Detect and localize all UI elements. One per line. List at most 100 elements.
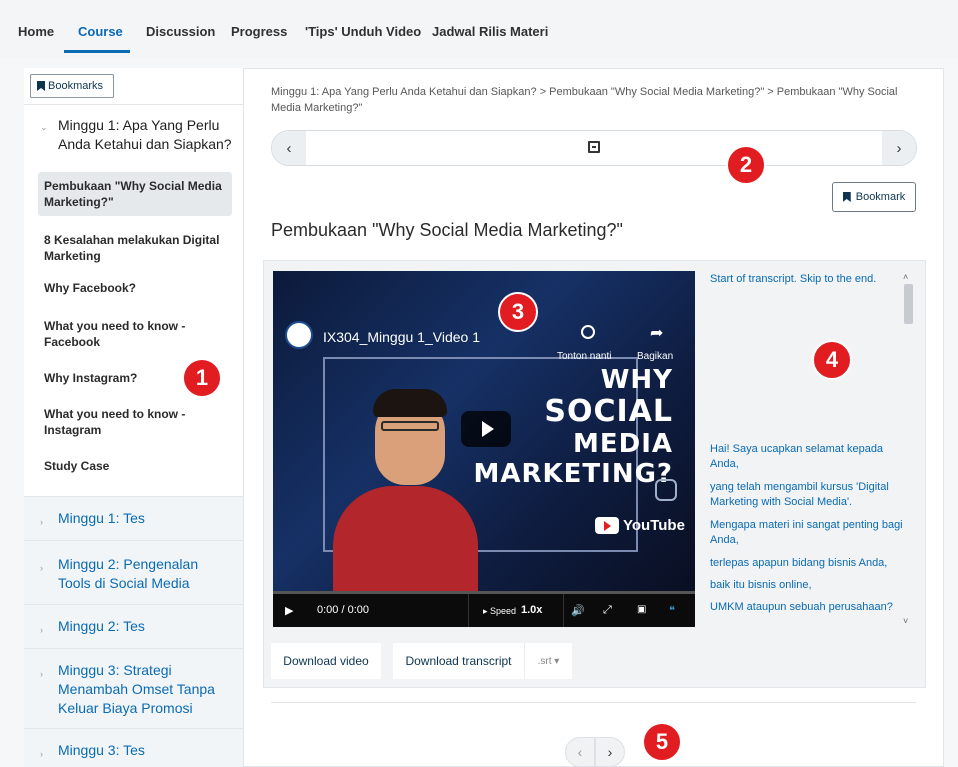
bottom-sequence-navigation: ‹ › <box>565 737 625 767</box>
bookmarks-label: Bookmarks <box>48 80 104 92</box>
sidebar-unit-8-kesalahan[interactable]: 8 Kesalahan melakukan Digital Marketing <box>38 226 232 270</box>
sidebar-week-label: Minggu 1: Tes <box>58 510 145 526</box>
bookmark-button[interactable]: Bookmark <box>832 182 916 212</box>
youtube-logo[interactable]: YouTube <box>595 517 685 534</box>
breadcrumb[interactable]: Minggu 1: Apa Yang Perlu Anda Ketahui da… <box>271 84 916 116</box>
speed-label[interactable]: ▸ Speed <box>483 606 516 617</box>
bookmark-icon <box>37 81 45 91</box>
share-icon[interactable]: ➦ <box>650 323 663 343</box>
sidebar-unit-why-facebook[interactable]: Why Facebook? <box>38 274 232 302</box>
course-nav: Home Course Discussion Progress 'Tips' U… <box>0 0 958 58</box>
transcript-panel: Start of transcript. Skip to the end. Ha… <box>708 270 904 630</box>
transcript-line[interactable]: terlepas apapun bidang bisnis Anda, <box>710 556 904 571</box>
watch-later-label[interactable]: Tonton nanti <box>557 351 612 362</box>
thumbnail-text-social: SOCIAL <box>544 394 673 429</box>
video-controls: ▶ 0:00 / 0:00 ▸ Speed 1.0x 🔊 ⤢ ▣ ❝ <box>273 594 695 627</box>
divider <box>271 702 916 703</box>
play-overlay-button[interactable] <box>461 411 511 447</box>
fullscreen-icon[interactable]: ⤢ <box>603 604 612 617</box>
annotation-badge-2: 2 <box>726 145 766 185</box>
sidebar-unit-study-case[interactable]: Study Case <box>38 452 232 480</box>
sidebar-week-1[interactable]: Minggu 1: Apa Yang Perlu Anda Ketahui da… <box>24 106 243 154</box>
thumbnail-text-media: MEDIA <box>572 429 673 459</box>
instagram-icon <box>655 479 677 501</box>
annotation-badge-5: 5 <box>642 722 682 762</box>
video-title[interactable]: IX304_Minggu 1_Video 1 <box>323 329 480 345</box>
speed-value[interactable]: 1.0x <box>521 604 542 616</box>
transcript-line[interactable]: yang telah mengambil kursus 'Digital Mar… <box>710 480 904 510</box>
video-time: 0:00 / 0:00 <box>317 604 369 616</box>
tab-home[interactable]: Home <box>18 24 54 39</box>
youtube-label: YouTube <box>623 517 685 534</box>
play-icon[interactable]: ▶ <box>285 604 293 617</box>
transcript-line[interactable]: Hai! Saya ucapkan selamat kepada Anda, <box>710 442 904 472</box>
sequence-next-button[interactable]: › <box>882 131 916 165</box>
chevron-right-icon: › <box>40 749 43 759</box>
sidebar-week-1-tes[interactable]: › Minggu 1: Tes <box>24 496 243 540</box>
thumbnail-text-why: WHY <box>600 365 673 395</box>
annotation-badge-3: 3 <box>498 292 538 332</box>
thumbnail-text-marketing: MARKETING? <box>473 459 673 489</box>
channel-logo[interactable] <box>285 321 313 349</box>
presenter-glasses <box>381 421 439 431</box>
sidebar-unit-need-to-know-instagram[interactable]: What you need to know - Instagram <box>38 400 232 444</box>
tab-progress[interactable]: Progress <box>231 24 287 39</box>
sequence-navigation: ‹ › <box>271 130 917 166</box>
bookmark-label: Bookmark <box>855 191 906 203</box>
divider <box>24 104 243 105</box>
skip-transcript-link[interactable]: Start of transcript. Skip to the end. <box>710 272 876 287</box>
bottom-prev-button[interactable]: ‹ <box>565 737 595 767</box>
sidebar-week-label: Minggu 3: Tes <box>58 742 145 758</box>
presenter-hair <box>373 389 447 417</box>
closed-captions-icon[interactable]: ▣ <box>637 604 646 615</box>
chevron-right-icon: › <box>40 563 43 573</box>
course-outline-sidebar: Bookmarks ⌄ Minggu 1: Apa Yang Perlu And… <box>24 68 244 767</box>
chevron-right-icon: › <box>40 625 43 635</box>
divider <box>563 594 564 627</box>
share-label[interactable]: Bagikan <box>637 351 673 362</box>
youtube-icon <box>595 517 619 534</box>
sidebar-week-label: Minggu 2: Tes <box>58 618 145 634</box>
sidebar-week-3[interactable]: › Minggu 3: Strategi Menambah Omset Tanp… <box>24 648 243 728</box>
transcript-scrollbar[interactable]: ˄ ˅ <box>903 272 915 626</box>
unit-title: Pembukaan "Why Social Media Marketing?" <box>271 220 623 240</box>
transcript-toggle-icon[interactable]: ❝ <box>669 604 675 617</box>
tab-jadwal-rilis-materi[interactable]: Jadwal Rilis Materi <box>432 24 548 39</box>
tab-tips-unduh-video[interactable]: 'Tips' Unduh Video <box>305 24 421 39</box>
scroll-down-icon[interactable]: ˅ <box>903 616 908 626</box>
clock-icon[interactable] <box>581 325 595 339</box>
presenter-body <box>333 486 478 591</box>
video-unit-icon[interactable] <box>588 141 600 153</box>
transcript-line[interactable]: Mengapa materi ini sangat penting bagi A… <box>710 518 904 548</box>
sidebar-week-label: Minggu 2: Pengenalan Tools di Social Med… <box>58 556 199 591</box>
video-player[interactable]: IX304_Minggu 1_Video 1 Tonton nanti ➦ Ba… <box>273 271 695 627</box>
transcript-format-select[interactable]: .srt ▾ <box>524 643 572 679</box>
sidebar-week-3-tes[interactable]: › Minggu 3: Tes <box>24 728 243 767</box>
transcript-line[interactable]: UMKM ataupun sebuah perusahaan? <box>710 600 904 615</box>
divider <box>468 594 469 627</box>
transcript-line[interactable]: baik itu bisnis online, <box>710 578 904 593</box>
transcript-format-value: .srt <box>537 655 552 667</box>
bookmark-icon <box>842 192 851 202</box>
sidebar-week-label: Minggu 3: Strategi Menambah Omset Tanpa … <box>58 662 215 716</box>
download-video-button[interactable]: Download video <box>271 643 381 679</box>
annotation-badge-4: 4 <box>812 340 852 380</box>
sequence-prev-button[interactable]: ‹ <box>272 131 306 165</box>
tab-discussion[interactable]: Discussion <box>146 24 215 39</box>
sidebar-week-2-tes[interactable]: › Minggu 2: Tes <box>24 604 243 648</box>
speed-label-text: Speed <box>490 606 517 616</box>
bottom-next-button[interactable]: › <box>595 737 625 767</box>
sidebar-unit-pembukaan[interactable]: Pembukaan "Why Social Media Marketing?" <box>38 172 232 216</box>
chevron-right-icon: › <box>40 517 43 527</box>
active-tab-indicator <box>64 50 130 53</box>
download-transcript-button[interactable]: Download transcript <box>393 643 524 679</box>
sidebar-unit-need-to-know-facebook[interactable]: What you need to know - Facebook <box>38 312 232 356</box>
chevron-right-icon: › <box>40 669 43 679</box>
volume-icon[interactable]: 🔊 <box>571 604 585 617</box>
tab-course[interactable]: Course <box>78 24 123 39</box>
annotation-badge-1: 1 <box>182 358 222 398</box>
bookmarks-button[interactable]: Bookmarks <box>30 74 114 98</box>
scrollbar-thumb[interactable] <box>904 284 913 324</box>
sidebar-week-2[interactable]: › Minggu 2: Pengenalan Tools di Social M… <box>24 540 243 604</box>
scroll-up-icon[interactable]: ˄ <box>903 272 908 282</box>
